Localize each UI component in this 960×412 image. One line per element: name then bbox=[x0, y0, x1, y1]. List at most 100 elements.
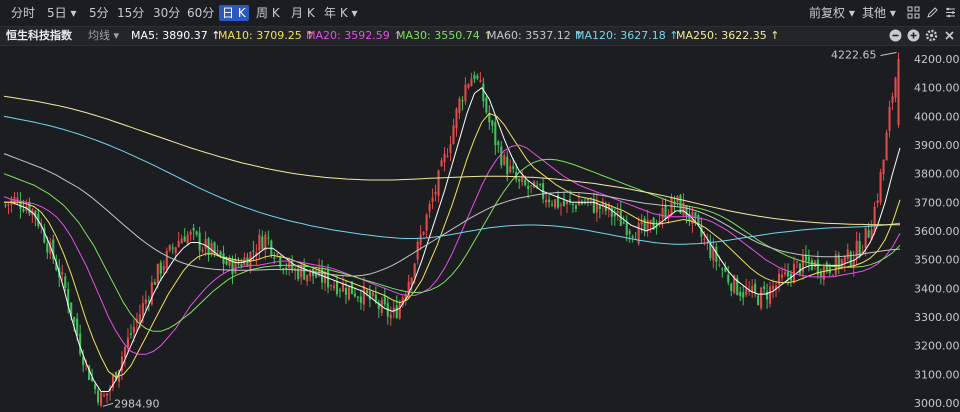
candle-body bbox=[822, 266, 825, 280]
settings-icon[interactable] bbox=[943, 6, 957, 20]
candle-body bbox=[867, 230, 870, 238]
tab-2[interactable]: 5分 bbox=[86, 5, 112, 21]
candle-body bbox=[739, 291, 742, 296]
candle-body bbox=[503, 155, 506, 165]
candle-body bbox=[846, 249, 849, 259]
candle-body bbox=[464, 84, 467, 102]
candle-body bbox=[798, 263, 801, 274]
candle-body bbox=[497, 141, 500, 146]
tab-4[interactable]: 30分 bbox=[150, 5, 183, 21]
candle-body bbox=[156, 263, 159, 285]
candle-body bbox=[843, 255, 846, 263]
candle-body bbox=[303, 265, 306, 280]
candle-body bbox=[476, 75, 479, 79]
tab-1[interactable]: 5日 ▾ bbox=[44, 5, 79, 21]
candle-body bbox=[610, 207, 613, 217]
candle-body bbox=[655, 227, 658, 229]
candle-body bbox=[353, 293, 356, 297]
ma-legend-item: MA10: 3709.25 ↑ bbox=[218, 29, 315, 42]
tab-7[interactable]: 周 K bbox=[253, 5, 283, 21]
y-tick-label: 4100.00 bbox=[914, 82, 960, 95]
pencil-icon[interactable] bbox=[925, 6, 939, 20]
candle-body bbox=[879, 172, 882, 203]
candle-body bbox=[398, 303, 401, 319]
candle-body bbox=[586, 199, 589, 201]
y-tick-label: 3600.00 bbox=[914, 225, 960, 238]
candle-body bbox=[150, 282, 153, 305]
chevron-down-icon: ▾ bbox=[66, 6, 77, 20]
candle-body bbox=[801, 255, 804, 273]
candlestick-chart[interactable]: 4200.00 4100.00 4000.00 3900.00 3800.00 3700.… bbox=[0, 46, 960, 412]
ma-legend-item: MA60: 3537.12 ↑ bbox=[487, 29, 584, 42]
candle-body bbox=[562, 200, 566, 206]
ma-legend-item: MA120: 3627.18 ↑ bbox=[575, 29, 679, 42]
minus-circle-icon[interactable] bbox=[888, 29, 902, 43]
plus-circle-icon[interactable] bbox=[906, 29, 920, 43]
candle-body bbox=[697, 214, 700, 225]
candle-body bbox=[718, 264, 721, 266]
tab-6[interactable]: 日 K bbox=[219, 5, 249, 21]
candle-body bbox=[458, 98, 461, 114]
candle-body bbox=[168, 245, 171, 251]
candle-body bbox=[97, 390, 100, 403]
candle-body bbox=[795, 261, 799, 263]
other-dropdown[interactable]: 其他 ▾ bbox=[862, 5, 896, 21]
high-annotation-label: 4222.65 bbox=[831, 49, 877, 62]
tab-5[interactable]: 60分 bbox=[184, 5, 217, 21]
candle-body bbox=[825, 262, 828, 271]
period-toolbar: 分时 5日 ▾ 5分 15分 30分 60分日 K 周 K 月 K 年 K ▾ 前复权 ▾ 其他… bbox=[0, 0, 960, 26]
candle-body bbox=[482, 83, 485, 102]
tab-8[interactable]: 月 K bbox=[288, 5, 318, 21]
adjust-dropdown[interactable]: 前复权 ▾ bbox=[809, 5, 855, 21]
close-icon[interactable] bbox=[942, 29, 956, 43]
candle-body bbox=[640, 221, 643, 225]
tab-label: 年 K bbox=[324, 6, 348, 20]
candle-body bbox=[126, 337, 129, 348]
candle-body bbox=[530, 185, 533, 187]
candle-body bbox=[344, 287, 348, 295]
candle-body bbox=[446, 156, 449, 158]
candle-body bbox=[234, 259, 237, 274]
y-tick-label: 3000.00 bbox=[914, 397, 960, 410]
tab-0[interactable]: 分时 bbox=[8, 5, 38, 21]
candle-body bbox=[592, 199, 595, 213]
tab-label: 周 K bbox=[256, 6, 280, 20]
tab-label: 月 K bbox=[291, 6, 315, 20]
candle-body bbox=[201, 249, 204, 252]
candle-body bbox=[225, 260, 228, 265]
candle-body bbox=[506, 156, 509, 175]
grid-icon[interactable] bbox=[906, 6, 920, 20]
candle-body bbox=[129, 333, 132, 335]
candle-body bbox=[273, 256, 276, 259]
candle-body bbox=[745, 288, 748, 295]
candle-body bbox=[240, 264, 243, 267]
candle-body bbox=[16, 197, 19, 200]
candle-body bbox=[897, 59, 900, 125]
indicator-dropdown[interactable]: 均线 ▾ bbox=[88, 28, 119, 44]
tab-9[interactable]: 年 K ▾ bbox=[321, 5, 361, 21]
candle-body bbox=[783, 272, 787, 275]
tab-3[interactable]: 15分 bbox=[114, 5, 147, 21]
candle-body bbox=[165, 251, 168, 269]
tab-label: 日 K bbox=[222, 6, 246, 20]
candle-body bbox=[258, 234, 261, 251]
candle-body bbox=[452, 125, 455, 144]
candle-body bbox=[643, 218, 646, 231]
chevron-down-icon: ▾ bbox=[889, 6, 896, 20]
candle-body bbox=[443, 153, 446, 163]
candle-body bbox=[174, 247, 177, 253]
candle-body bbox=[521, 177, 524, 182]
candle-body bbox=[461, 100, 464, 102]
candle-body bbox=[428, 204, 431, 212]
candle-body bbox=[103, 394, 106, 397]
candle-body bbox=[613, 213, 616, 217]
candle-body bbox=[195, 231, 198, 235]
candle-body bbox=[431, 197, 434, 202]
candle-body bbox=[383, 295, 386, 305]
gear-icon[interactable] bbox=[924, 29, 938, 43]
candle-body bbox=[7, 204, 10, 206]
candle-body bbox=[356, 296, 359, 298]
candle-body bbox=[389, 314, 392, 319]
candle-body bbox=[598, 205, 601, 210]
chevron-down-icon: ▾ bbox=[347, 6, 358, 20]
